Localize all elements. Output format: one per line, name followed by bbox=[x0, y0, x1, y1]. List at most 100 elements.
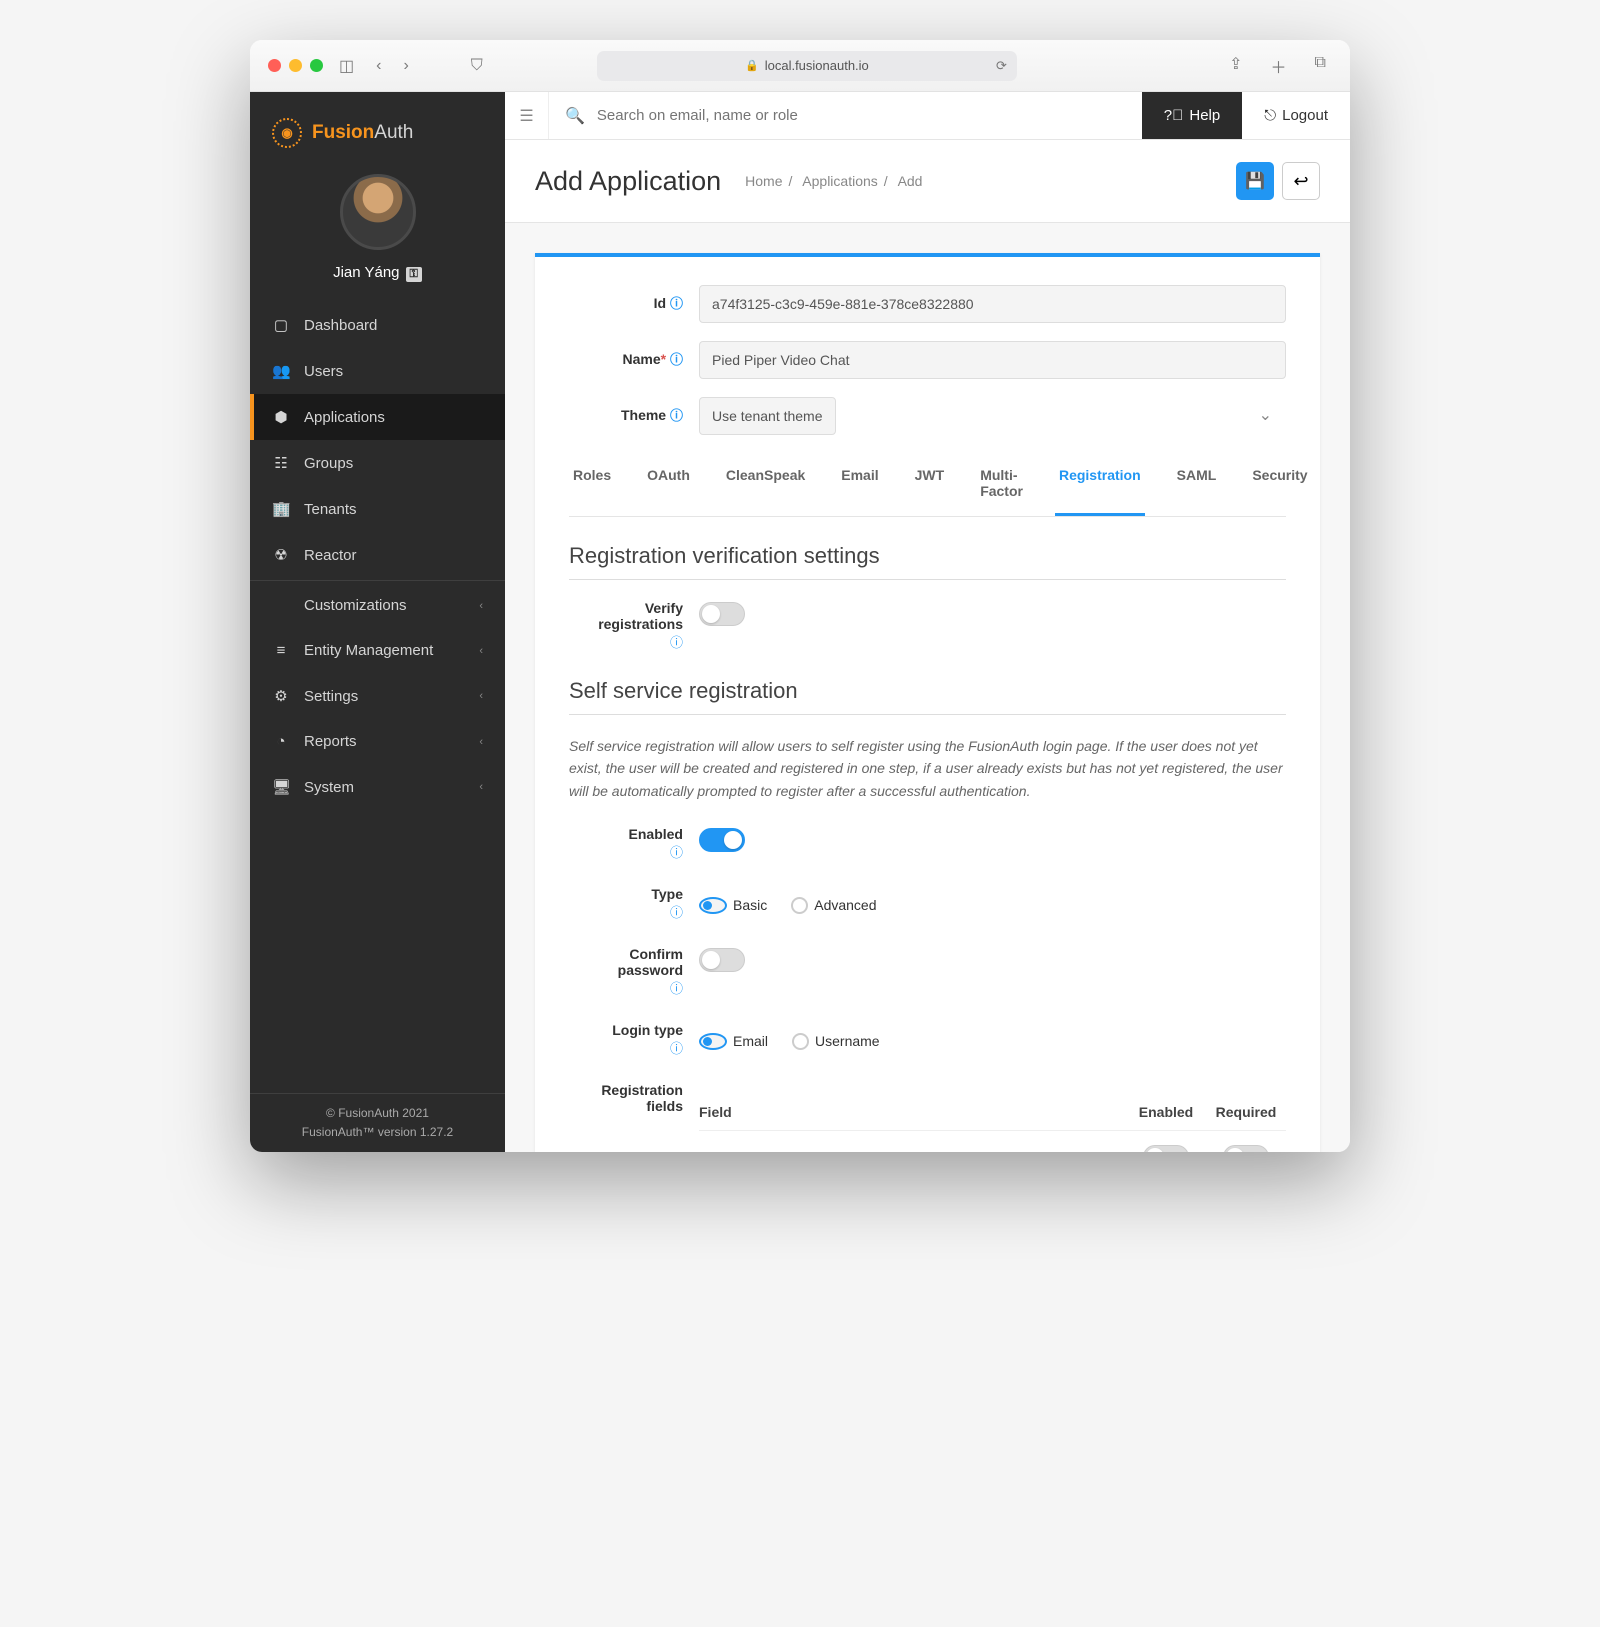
sidebar-item-users[interactable]: 👥Users bbox=[250, 348, 505, 394]
sidebar-toggle-icon[interactable]: ◫ bbox=[333, 52, 360, 80]
sidebar-item-reactor[interactable]: ☢Reactor bbox=[250, 532, 505, 578]
info-icon[interactable]: ⓘ bbox=[670, 981, 683, 996]
chevron-icon: ‹ bbox=[479, 781, 483, 793]
info-icon[interactable]: ⓘ bbox=[670, 296, 683, 311]
chevron-icon: ‹ bbox=[479, 736, 483, 748]
window-zoom[interactable] bbox=[310, 59, 323, 72]
sidebar-item-groups[interactable]: ☷Groups bbox=[250, 440, 505, 486]
user-name: Jian Yáng⚿ bbox=[250, 264, 505, 282]
confirm-toggle[interactable] bbox=[699, 948, 745, 972]
nav-label: Entity Management bbox=[304, 642, 433, 659]
fields-header: Field Enabled Required bbox=[699, 1094, 1286, 1131]
back-icon[interactable]: ‹ bbox=[370, 53, 387, 79]
version: FusionAuth™ version 1.27.2 bbox=[260, 1123, 495, 1142]
tab-security[interactable]: Security bbox=[1248, 453, 1311, 516]
tab-cleanspeak[interactable]: CleanSpeak bbox=[722, 453, 809, 516]
radio-icon bbox=[792, 1033, 809, 1050]
login-username-radio[interactable]: Username bbox=[792, 1033, 880, 1050]
crumb-home[interactable]: Home bbox=[745, 173, 782, 189]
enabled-label: Enabled bbox=[569, 826, 683, 842]
reload-icon[interactable]: ⟳ bbox=[996, 58, 1007, 74]
save-button[interactable]: 💾 bbox=[1236, 162, 1274, 200]
sidebar-item-entity-management[interactable]: ≡ Entity Management ‹ bbox=[250, 628, 505, 673]
nav-label: Applications bbox=[304, 409, 385, 426]
info-icon[interactable]: ⓘ bbox=[670, 905, 683, 920]
id-label: Id ⓘ bbox=[569, 285, 699, 312]
tab-email[interactable]: Email bbox=[837, 453, 882, 516]
nav-label: Groups bbox=[304, 455, 353, 472]
fields-label: Registration fields bbox=[569, 1082, 683, 1114]
nav-icon: 🏢 bbox=[272, 500, 290, 518]
crumb-applications[interactable]: Applications bbox=[802, 173, 878, 189]
tab-roles[interactable]: Roles bbox=[569, 453, 615, 516]
help-button[interactable]: ?⃝Help bbox=[1142, 92, 1242, 139]
sidebar-footer: © FusionAuth 2021 FusionAuth™ version 1.… bbox=[250, 1093, 505, 1152]
sidebar-item-tenants[interactable]: 🏢 Tenants bbox=[250, 486, 505, 532]
id-badge-icon: ⚿ bbox=[406, 267, 422, 282]
name-input[interactable] bbox=[699, 341, 1286, 379]
info-icon[interactable]: ⓘ bbox=[670, 845, 683, 860]
window-minimize[interactable] bbox=[289, 59, 302, 72]
forward-icon[interactable]: › bbox=[397, 53, 414, 79]
field-name: Birthdate bbox=[699, 1151, 1126, 1152]
theme-select[interactable]: Use tenant theme bbox=[699, 397, 836, 435]
sidebar-item-system[interactable]: 🖥System‹ bbox=[250, 764, 505, 810]
chevron-icon: ‹ bbox=[479, 600, 483, 612]
type-basic-radio[interactable]: Basic bbox=[699, 897, 767, 914]
field-required-toggle[interactable] bbox=[1223, 1145, 1269, 1152]
sidebar-item-customizations[interactable]: Customizations‹ bbox=[250, 583, 505, 628]
nav-icon: ≡ bbox=[272, 642, 290, 659]
enabled-toggle[interactable] bbox=[699, 828, 745, 852]
nav-label: System bbox=[304, 779, 354, 796]
info-icon[interactable]: ⓘ bbox=[670, 352, 683, 367]
type-advanced-radio[interactable]: Advanced bbox=[791, 897, 876, 914]
sidebar-item-applications[interactable]: ⬢Applications bbox=[250, 394, 505, 440]
sidebar-item-settings[interactable]: ⚙Settings‹ bbox=[250, 673, 505, 719]
nav-icon: ☢ bbox=[272, 546, 290, 564]
type-label: Type bbox=[569, 886, 683, 902]
section-title: Registration verification settings bbox=[569, 543, 1286, 580]
tabs: Roles OAuth CleanSpeak Email JWT Multi-Factor… bbox=[569, 453, 1286, 517]
tab-saml[interactable]: SAML bbox=[1173, 453, 1221, 516]
new-tab-icon[interactable]: ＋ bbox=[1265, 50, 1293, 82]
verify-toggle[interactable] bbox=[699, 602, 745, 626]
nav-icon: ▢ bbox=[272, 316, 290, 334]
login-email-radio[interactable]: Email bbox=[699, 1033, 768, 1050]
crumb-add[interactable]: Add bbox=[898, 173, 923, 189]
sidebar-item-dashboard[interactable]: ▢ Dashboard bbox=[250, 302, 505, 348]
nav-icon: ⚙ bbox=[272, 687, 290, 705]
nav-label: Dashboard bbox=[304, 317, 377, 334]
tab-registration[interactable]: Registration bbox=[1055, 453, 1145, 516]
tab-jwt[interactable]: JWT bbox=[911, 453, 949, 516]
id-input[interactable] bbox=[699, 285, 1286, 323]
logout-button[interactable]: ⎋Logout bbox=[1242, 107, 1350, 124]
nav-icon: ◔ bbox=[272, 733, 290, 750]
logout-icon: ⎋ bbox=[1264, 107, 1276, 124]
search-input[interactable] bbox=[597, 107, 1126, 124]
address-bar[interactable]: 🔒 local.fusionauth.io ⟳ bbox=[597, 51, 1017, 81]
info-icon[interactable]: ⓘ bbox=[670, 1041, 683, 1056]
field-enabled-toggle[interactable] bbox=[1143, 1145, 1189, 1152]
url-text: local.fusionauth.io bbox=[765, 58, 869, 73]
tab-oauth[interactable]: OAuth bbox=[643, 453, 694, 516]
tab-multi-factor[interactable]: Multi-Factor bbox=[976, 453, 1027, 516]
nav-label: Tenants bbox=[304, 501, 357, 518]
info-icon[interactable]: ⓘ bbox=[670, 635, 683, 650]
collapse-sidebar-icon[interactable]: ☰ bbox=[505, 92, 549, 139]
sidebar-item-reports[interactable]: ◔Reports‹ bbox=[250, 719, 505, 764]
shield-icon[interactable]: ⛉ bbox=[465, 53, 489, 79]
field-row: Birthdate bbox=[699, 1131, 1286, 1152]
avatar[interactable] bbox=[340, 174, 416, 250]
sidebar: ◉ FusionAuth Jian Yáng⚿ ▢ Dashboard 👥Users… bbox=[250, 92, 505, 1152]
window-close[interactable] bbox=[268, 59, 281, 72]
logo: ◉ FusionAuth bbox=[250, 92, 505, 170]
radio-icon bbox=[699, 1033, 727, 1050]
tabs-icon[interactable]: ⧉ bbox=[1309, 50, 1332, 82]
nav-icon: 👥 bbox=[272, 362, 290, 380]
back-button[interactable]: ↩ bbox=[1282, 162, 1320, 200]
top-bar: ☰ 🔍 ?⃝Help ⎋Logout bbox=[505, 92, 1350, 140]
logo-icon: ◉ bbox=[272, 118, 302, 148]
info-icon[interactable]: ⓘ bbox=[670, 408, 683, 423]
share-icon[interactable]: ⇪ bbox=[1223, 50, 1248, 82]
chevron-icon: ‹ bbox=[479, 645, 483, 657]
